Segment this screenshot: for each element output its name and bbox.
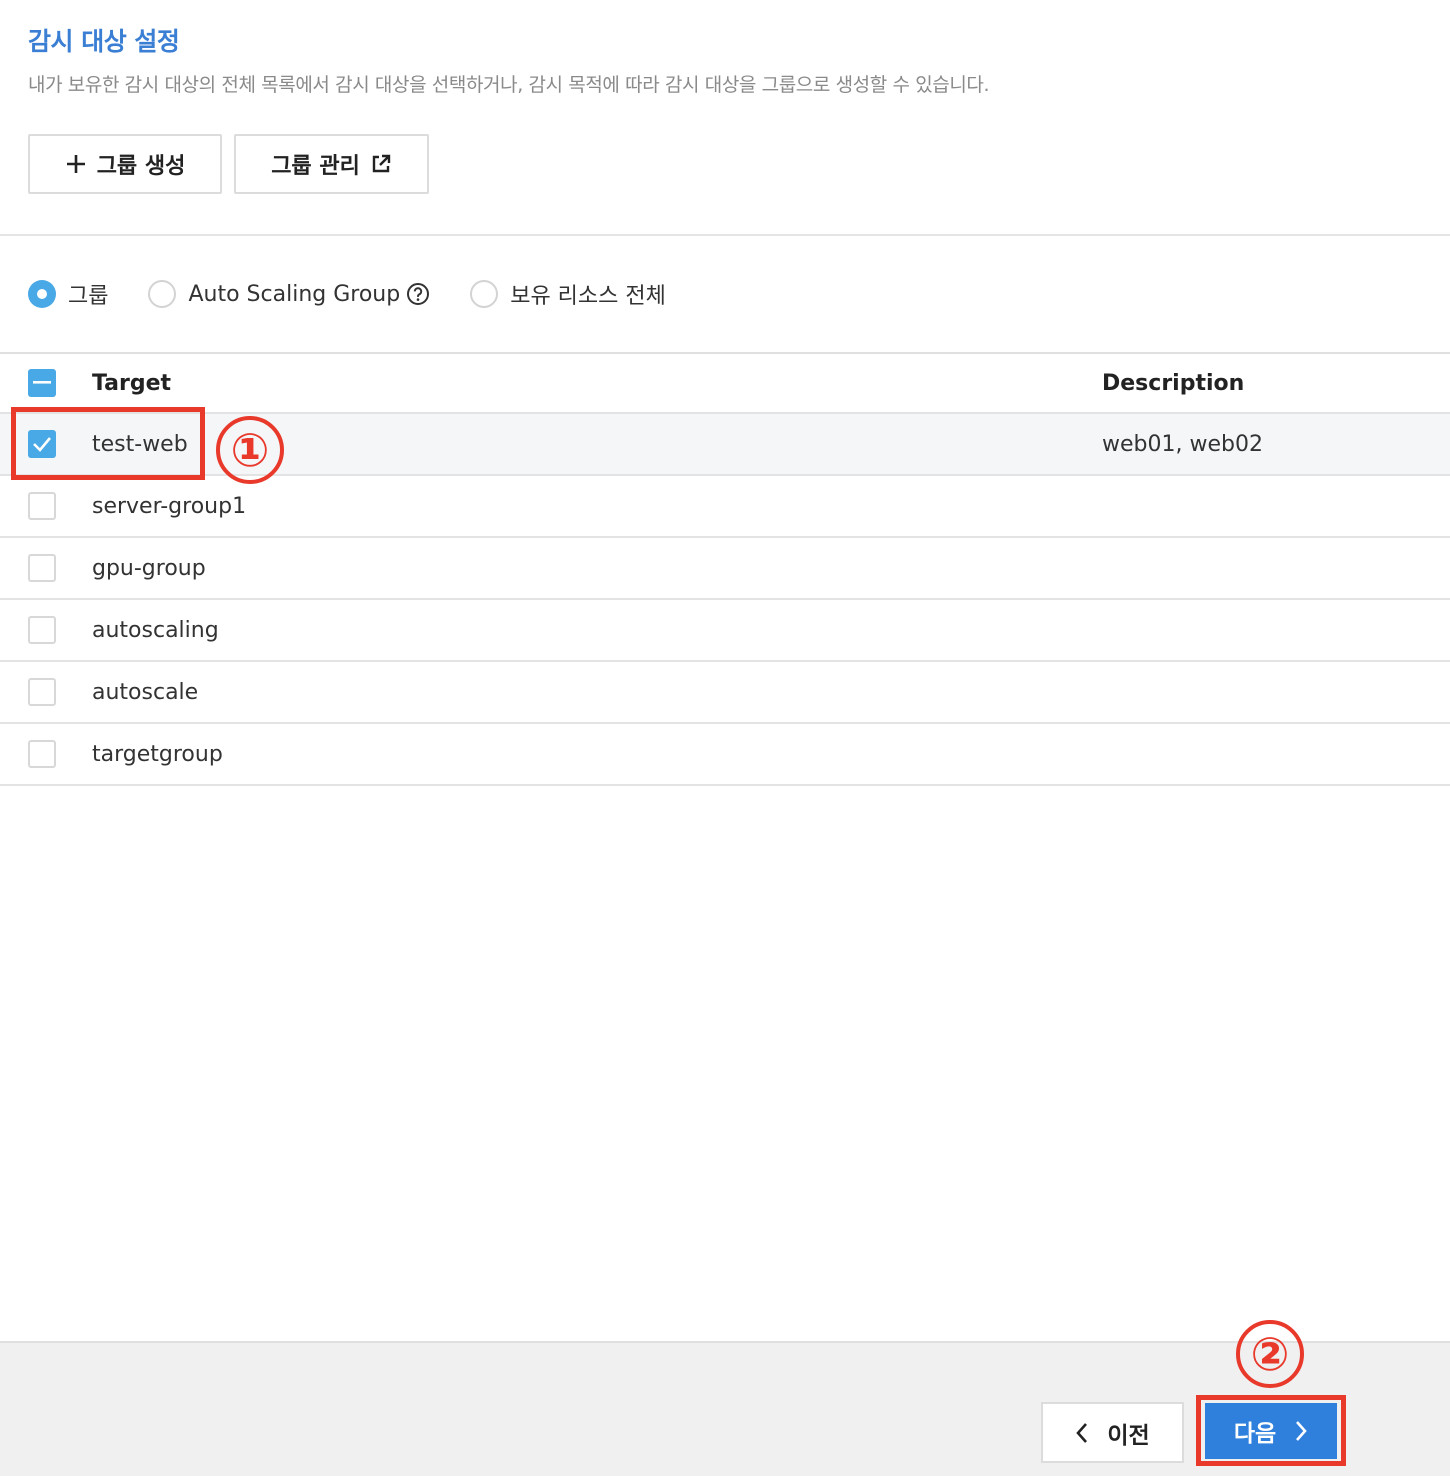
radio-label-auto-scaling-group: Auto Scaling Group bbox=[188, 281, 401, 307]
row-checkbox[interactable] bbox=[28, 430, 56, 458]
page-title: 감시 대상 설정 bbox=[28, 27, 180, 56]
radio-button[interactable] bbox=[148, 280, 177, 308]
next-button[interactable]: 다음 bbox=[1205, 1403, 1337, 1459]
table-row[interactable]: gpu-group bbox=[0, 538, 1450, 600]
page-description: 내가 보유한 감시 대상의 전체 목록에서 감시 대상을 선택하거나, 감시 목… bbox=[28, 74, 990, 96]
row-checkbox[interactable] bbox=[28, 740, 56, 768]
row-target: autoscale bbox=[92, 679, 199, 705]
row-checkbox[interactable] bbox=[28, 678, 56, 706]
target-type-radio-group: 그룹 Auto Scaling Group 보유 리소스 전체 bbox=[28, 278, 706, 310]
radio-label-group: 그룹 bbox=[68, 284, 109, 309]
table-row[interactable]: targetgroup bbox=[0, 724, 1450, 786]
column-header-description: Description bbox=[1102, 370, 1245, 396]
table-row[interactable]: autoscaling bbox=[0, 600, 1450, 662]
row-target: gpu-group bbox=[92, 555, 206, 581]
column-header-target: Target bbox=[92, 370, 172, 396]
create-group-label: 그룹 생성 bbox=[96, 154, 186, 179]
chevron-right-icon bbox=[1294, 1420, 1308, 1442]
next-button-label: 다음 bbox=[1233, 1421, 1277, 1447]
help-icon[interactable] bbox=[406, 282, 430, 306]
manage-group-button[interactable]: 그룹 관리 bbox=[234, 134, 429, 194]
row-target: server-group1 bbox=[92, 493, 247, 519]
row-checkbox[interactable] bbox=[28, 554, 56, 582]
row-checkbox[interactable] bbox=[28, 492, 56, 520]
select-all-checkbox[interactable] bbox=[28, 369, 56, 397]
prev-button[interactable]: 이전 bbox=[1041, 1402, 1184, 1463]
row-target: targetgroup bbox=[92, 741, 223, 767]
row-description: web01, web02 bbox=[1102, 431, 1263, 457]
radio-button-selected[interactable] bbox=[28, 280, 56, 308]
chevron-left-icon bbox=[1075, 1422, 1089, 1444]
plus-icon bbox=[65, 153, 87, 175]
radio-button[interactable] bbox=[470, 280, 499, 308]
table-header: Target Description bbox=[0, 352, 1450, 414]
annotation-step-1: ① bbox=[216, 416, 284, 484]
prev-button-label: 이전 bbox=[1107, 1422, 1150, 1449]
row-target: test-web bbox=[92, 431, 188, 457]
create-group-button[interactable]: 그룹 생성 bbox=[28, 134, 222, 194]
section-divider bbox=[0, 234, 1450, 236]
external-link-icon bbox=[370, 153, 392, 175]
manage-group-label: 그룹 관리 bbox=[271, 154, 360, 179]
radio-label-all-resources: 보유 리소스 전체 bbox=[510, 284, 666, 309]
radio-group[interactable]: 그룹 bbox=[28, 278, 108, 310]
radio-auto-scaling-group[interactable]: Auto Scaling Group bbox=[148, 280, 430, 308]
annotation-step-2: ② bbox=[1236, 1320, 1304, 1388]
row-checkbox[interactable] bbox=[28, 616, 56, 644]
check-icon bbox=[33, 437, 51, 452]
minus-icon bbox=[33, 381, 51, 384]
table-row[interactable]: autoscale bbox=[0, 662, 1450, 724]
target-table: Target Description test-web web01, web02… bbox=[0, 352, 1450, 786]
radio-all-resources[interactable]: 보유 리소스 전체 bbox=[470, 278, 666, 310]
table-row[interactable]: server-group1 bbox=[0, 476, 1450, 538]
row-target: autoscaling bbox=[92, 617, 219, 643]
